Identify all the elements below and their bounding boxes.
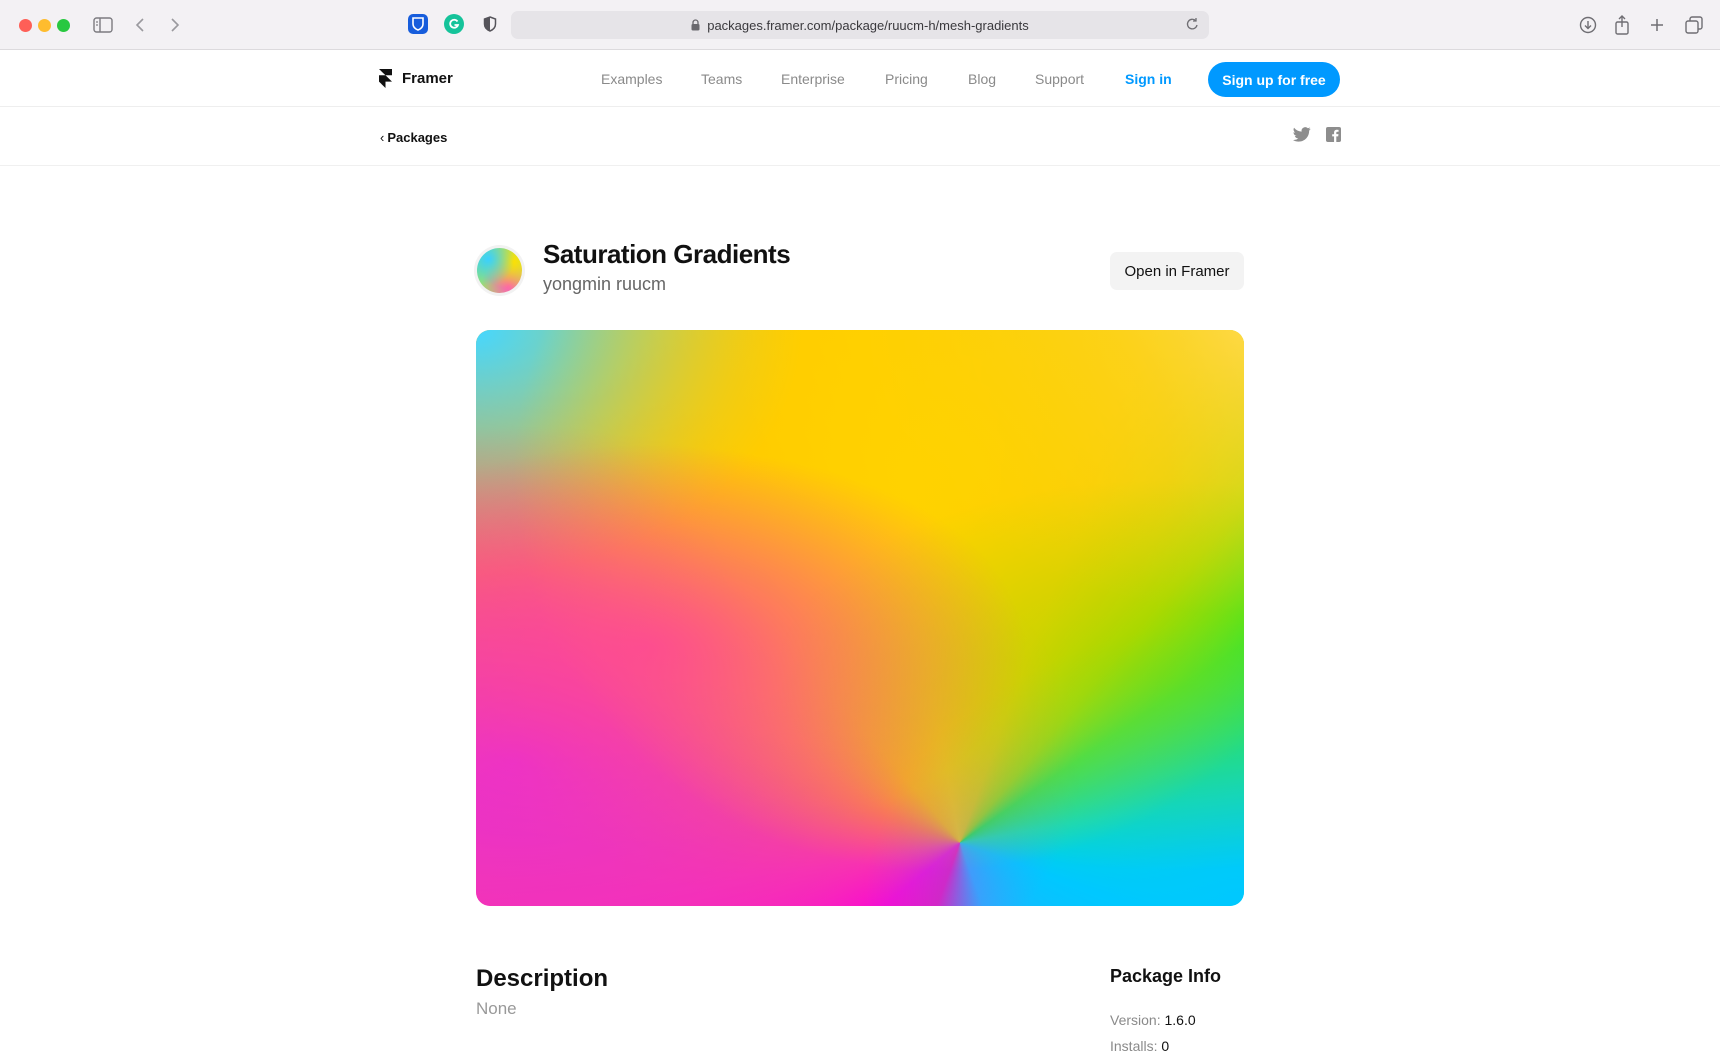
nav-pricing[interactable]: Pricing bbox=[885, 71, 928, 87]
minimize-window-button[interactable] bbox=[38, 19, 51, 32]
installs-value: 0 bbox=[1161, 1038, 1170, 1054]
package-installs-row: Installs: 0 bbox=[1110, 1038, 1169, 1054]
privacy-shield-icon[interactable] bbox=[480, 14, 500, 34]
facebook-share-icon[interactable] bbox=[1326, 127, 1341, 142]
downloads-icon[interactable] bbox=[1579, 12, 1597, 38]
forward-arrow-icon[interactable] bbox=[170, 12, 180, 38]
twitter-share-icon[interactable] bbox=[1293, 127, 1311, 142]
browser-toolbar: packages.framer.com/package/ruucm-h/mesh… bbox=[0, 0, 1720, 50]
description-body: None bbox=[476, 999, 517, 1018]
version-value: 1.6.0 bbox=[1164, 1012, 1196, 1028]
package-preview-image bbox=[476, 330, 1244, 906]
new-tab-icon[interactable] bbox=[1650, 12, 1664, 38]
sign-up-button[interactable]: Sign up for free bbox=[1208, 62, 1340, 97]
installs-label: Installs: bbox=[1110, 1038, 1158, 1054]
nav-examples[interactable]: Examples bbox=[601, 71, 662, 87]
tab-overview-icon[interactable] bbox=[1685, 12, 1703, 38]
packages-back-label: Packages bbox=[387, 130, 448, 145]
brand-name: Framer bbox=[402, 70, 453, 87]
preview-gradient-overlay bbox=[476, 330, 1244, 906]
nav-support[interactable]: Support bbox=[1035, 71, 1084, 87]
version-label: Version: bbox=[1110, 1012, 1161, 1028]
close-window-button[interactable] bbox=[19, 19, 32, 32]
zoom-window-button[interactable] bbox=[57, 19, 70, 32]
nav-blog[interactable]: Blog bbox=[968, 71, 996, 87]
package-version-row: Version: 1.6.0 bbox=[1110, 1012, 1196, 1028]
grammarly-extension-icon[interactable] bbox=[444, 14, 464, 34]
reload-icon[interactable] bbox=[1186, 17, 1199, 34]
back-arrow-icon[interactable] bbox=[135, 12, 145, 38]
sub-header: ‹ Packages bbox=[0, 108, 1720, 166]
address-bar[interactable]: packages.framer.com/package/ruucm-h/mesh… bbox=[511, 11, 1209, 39]
bitwarden-extension-icon[interactable] bbox=[408, 14, 428, 34]
site-header: Framer Examples Teams Enterprise Pricing… bbox=[0, 51, 1720, 107]
open-in-framer-button[interactable]: Open in Framer bbox=[1110, 252, 1244, 290]
description-heading: Description bbox=[476, 965, 609, 992]
package-author[interactable]: yongmin ruucm bbox=[543, 274, 666, 295]
package-info-heading: Package Info bbox=[1110, 966, 1222, 986]
framer-logo[interactable]: Framer bbox=[379, 69, 453, 88]
framer-logo-icon bbox=[379, 69, 392, 88]
chevron-left-icon: ‹ bbox=[380, 130, 385, 145]
share-icon[interactable] bbox=[1614, 12, 1630, 38]
packages-back-link[interactable]: ‹ Packages bbox=[380, 130, 447, 145]
nav-teams[interactable]: Teams bbox=[701, 71, 742, 87]
package-title: Saturation Gradients bbox=[543, 239, 791, 269]
address-url: packages.framer.com/package/ruucm-h/mesh… bbox=[707, 17, 1029, 33]
nav-enterprise[interactable]: Enterprise bbox=[781, 71, 845, 87]
lock-icon bbox=[691, 19, 700, 31]
sidebar-toggle-icon[interactable] bbox=[93, 12, 113, 38]
package-avatar bbox=[477, 248, 522, 293]
sign-in-link[interactable]: Sign in bbox=[1125, 71, 1172, 87]
